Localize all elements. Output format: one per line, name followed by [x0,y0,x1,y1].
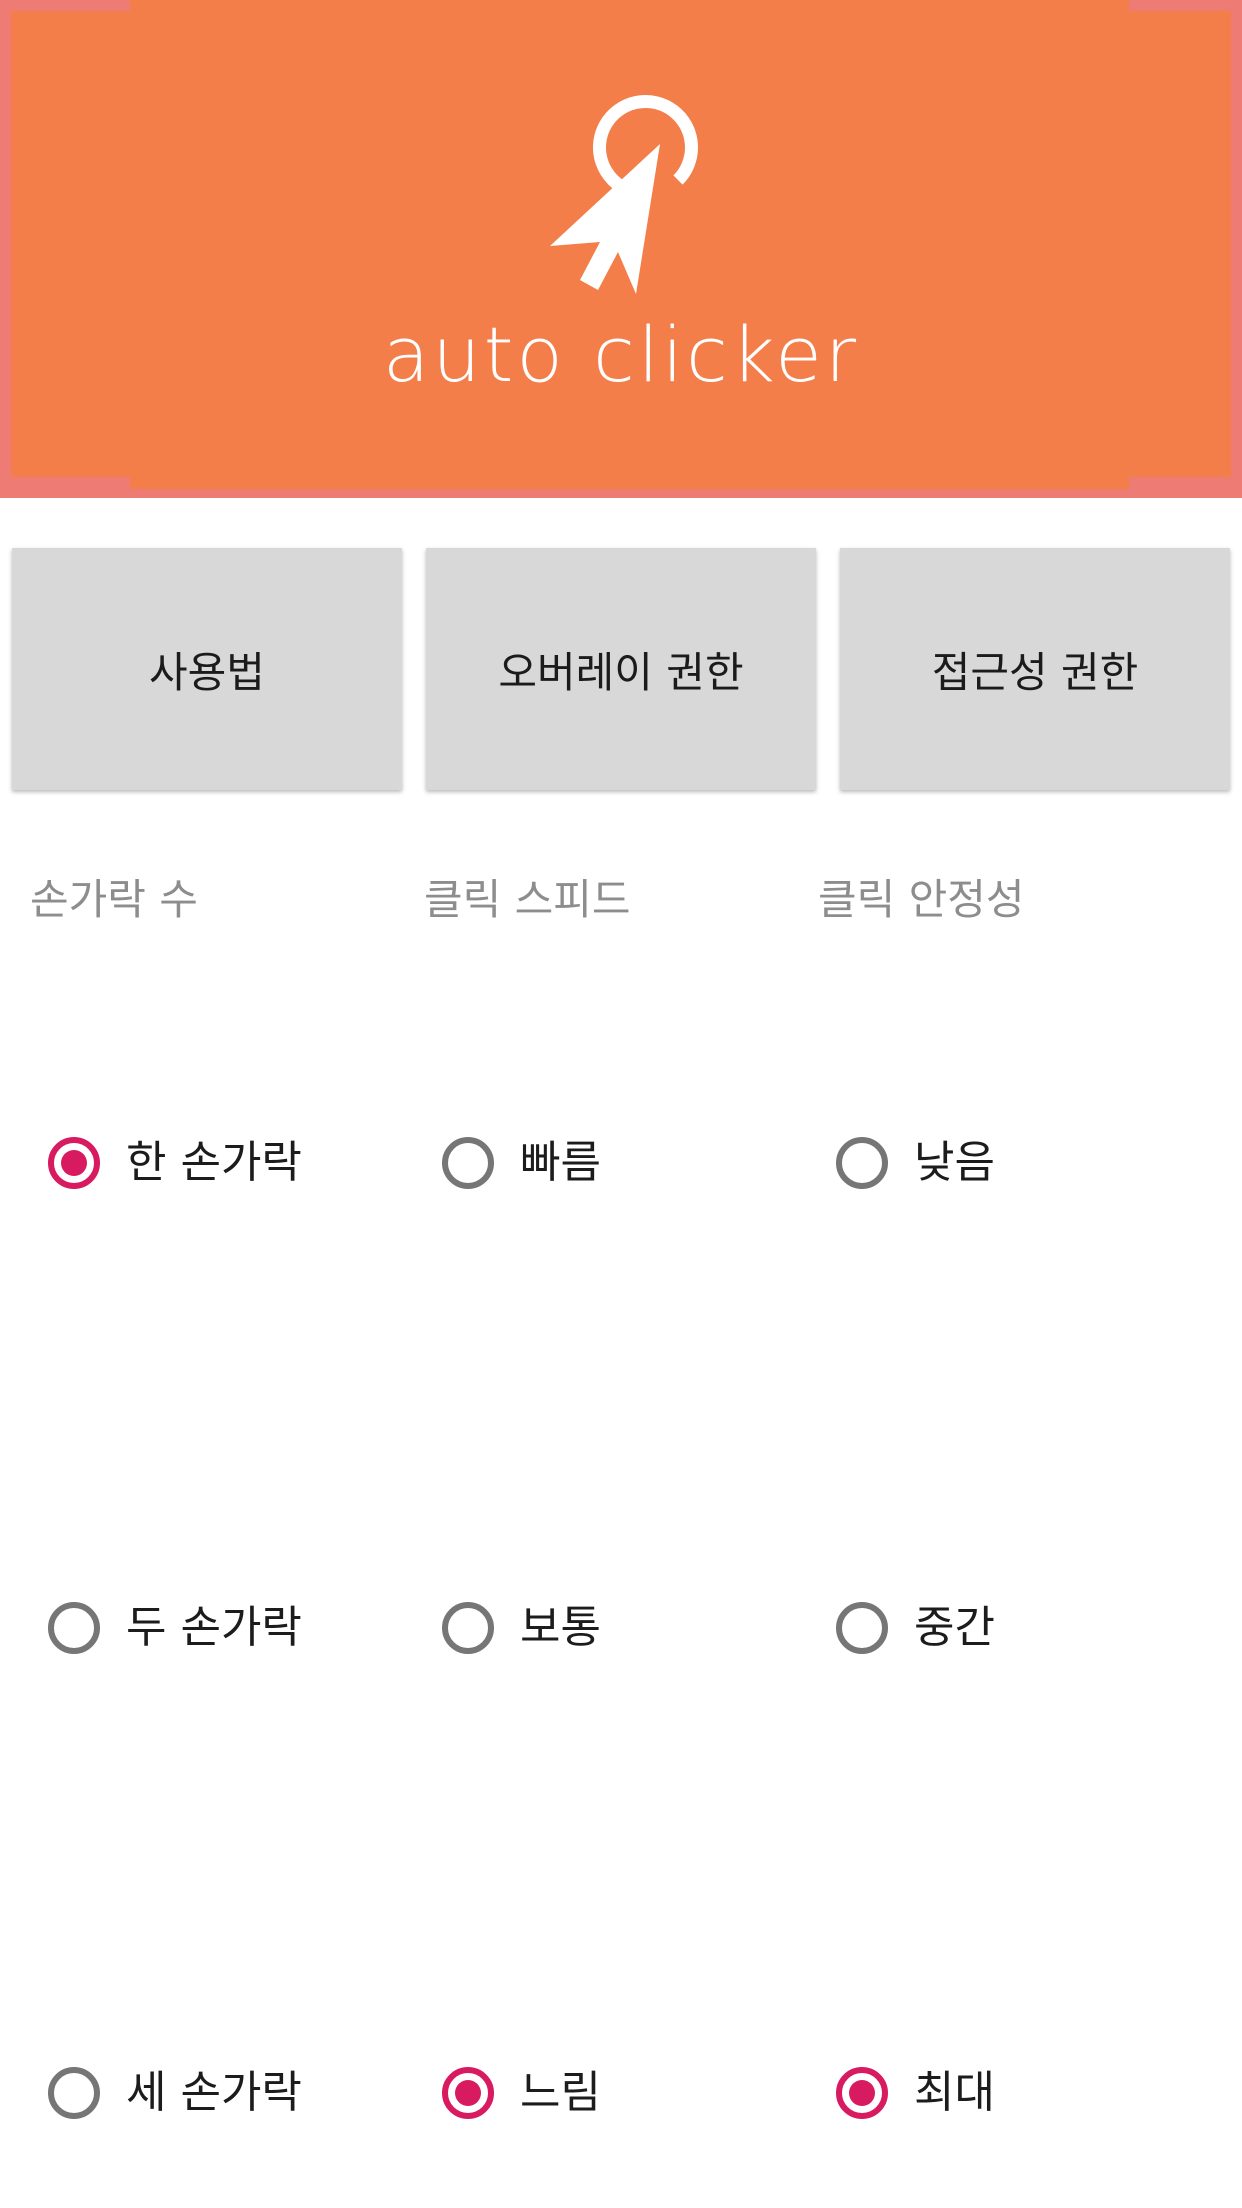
radio-button[interactable] [48,1602,100,1654]
header-banner: auto clicker [0,0,1242,498]
speed-header: 클릭 스피드 [424,875,631,924]
radio-button[interactable] [836,1602,888,1654]
radio-stability-medium[interactable]: 중간 [836,1593,995,1663]
radio-button[interactable] [836,1137,888,1189]
app-logo-text: auto clicker [382,310,860,399]
radio-label: 두 손가락 [126,1602,302,1653]
radio-label: 중간 [914,1602,995,1653]
stability-header: 클릭 안정성 [818,875,1025,924]
radio-fingers-one[interactable]: 한 손가락 [48,1128,302,1198]
radio-label: 세 손가락 [126,2067,302,2118]
radio-speed-slow[interactable]: 느림 [442,2058,601,2128]
radio-label: 느림 [520,2067,601,2118]
radio-label: 보통 [520,1602,601,1653]
radio-stability-max[interactable]: 최대 [836,2058,995,2128]
fingers-header: 손가락 수 [30,875,198,924]
radio-button[interactable] [442,1602,494,1654]
radio-label: 빠름 [520,1137,601,1188]
radio-button[interactable] [442,1137,494,1189]
radio-stability-low[interactable]: 낮음 [836,1128,995,1198]
radio-fingers-three[interactable]: 세 손가락 [48,2058,302,2128]
overlay-permission-button[interactable]: 오버레이 권한 [426,548,816,790]
radio-label: 최대 [914,2067,995,2118]
radio-button[interactable] [48,1137,100,1189]
radio-label: 낮음 [914,1137,995,1188]
radio-button[interactable] [48,2067,100,2119]
radio-fingers-two[interactable]: 두 손가락 [48,1593,302,1663]
cursor-click-icon [550,95,698,294]
radio-button[interactable] [442,2067,494,2119]
accessibility-permission-button[interactable]: 접근성 권한 [840,548,1230,790]
radio-speed-fast[interactable]: 빠름 [442,1128,601,1198]
radio-speed-normal[interactable]: 보통 [442,1593,601,1663]
radio-label: 한 손가락 [126,1137,302,1188]
usage-button[interactable]: 사용법 [12,548,402,790]
radio-button[interactable] [836,2067,888,2119]
